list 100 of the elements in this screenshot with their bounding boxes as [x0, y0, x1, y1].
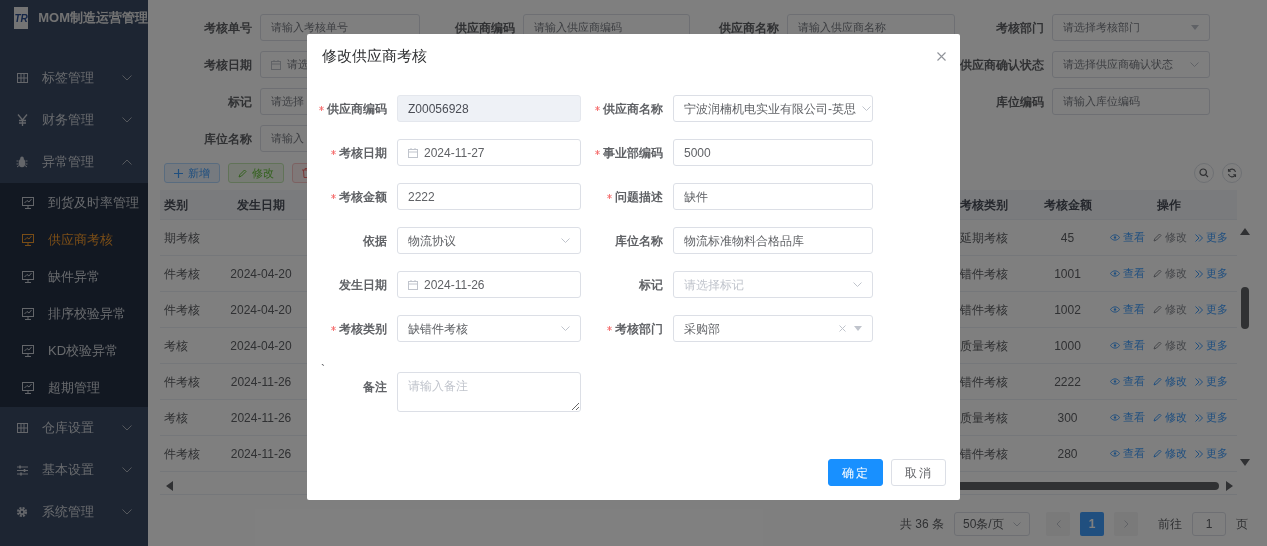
field-label: 发生日期 [339, 276, 387, 294]
column-header: 考核金额 [1042, 196, 1093, 214]
scroll-down-icon[interactable] [1239, 459, 1250, 466]
submenu-item[interactable]: KD校验异常 [0, 332, 148, 369]
calendar-icon [271, 59, 281, 70]
select-field[interactable]: 缺错件考核 [397, 315, 581, 342]
view-link[interactable]: 查看 [1109, 337, 1145, 354]
pencil-icon [1152, 233, 1162, 242]
submenu-item[interactable]: 超期管理 [0, 369, 148, 406]
yen-icon [16, 114, 28, 126]
field-label: 问题描述 [615, 188, 663, 206]
field-label: 标记 [227, 93, 253, 111]
pencil-icon [238, 168, 247, 178]
page-input[interactable]: 1 [1192, 512, 1226, 536]
table-cell-text: 1000 [1053, 337, 1082, 355]
field-label: 依据 [363, 232, 387, 250]
view-link[interactable]: 查看 [1109, 265, 1145, 282]
table-cell-text: 错件考核 [960, 373, 1009, 391]
eye-icon [1109, 378, 1120, 385]
monitor-icon [22, 344, 34, 357]
view-link[interactable]: 查看 [1109, 373, 1145, 390]
table-cell-text: 件考核 [163, 301, 201, 319]
field-label: 备注 [362, 379, 388, 396]
more-link[interactable]: 更多 [1194, 229, 1228, 246]
table-cell-text: 错件考核 [960, 301, 1009, 319]
double-chevron-icon [1194, 413, 1203, 422]
select-field[interactable]: 宁波润楠机电实业有限公司-英思 [673, 95, 873, 122]
input-field[interactable]: 缺件 [673, 183, 873, 210]
submenu-item[interactable]: 到货及时率管理 [0, 184, 148, 221]
menu-item[interactable]: 基本设置 [0, 449, 148, 491]
scroll-left-icon[interactable] [166, 481, 174, 491]
edit-link[interactable]: 修改 [1152, 445, 1187, 462]
input-field[interactable]: 物流标准物料合格品库 [673, 227, 873, 254]
monitor-icon [22, 307, 34, 320]
select-field[interactable]: 请选择考核部门 [1052, 14, 1210, 41]
double-chevron-icon [1194, 377, 1203, 386]
menu-item[interactable]: 标签管理 [0, 57, 148, 99]
chevron-icon [862, 106, 871, 111]
edit-button[interactable]: 修改 [228, 163, 284, 183]
select-field[interactable]: 请选择标记 [673, 271, 873, 298]
gear-icon [16, 506, 28, 518]
submenu-item[interactable]: 排序校验异常 [0, 295, 148, 332]
page-unit-label: 页 [1236, 516, 1248, 533]
monitor-icon [22, 270, 34, 283]
clear-icon[interactable] [839, 325, 846, 332]
submenu-item[interactable]: 供应商考核 [0, 221, 148, 258]
more-link[interactable]: 更多 [1194, 265, 1228, 282]
logo: TR [14, 7, 29, 29]
menu-item[interactable]: 仓库设置 [0, 407, 148, 449]
view-link[interactable]: 查看 [1109, 301, 1145, 318]
app-title: MOM制造运营管理 [38, 9, 148, 28]
close-icon[interactable] [937, 52, 946, 61]
table-cell-text: 2024-04-20 [229, 301, 293, 319]
edit-link[interactable]: 修改 [1152, 409, 1187, 426]
menu-item[interactable]: 财务管理 [0, 99, 148, 141]
double-chevron-icon [1194, 233, 1203, 242]
date-picker[interactable]: 2024-11-26 [397, 271, 581, 298]
refresh-icon [1227, 168, 1237, 178]
page-size-select[interactable]: 50条/页 [954, 512, 1030, 536]
table-cell-text: 件考核 [163, 265, 201, 283]
view-link[interactable]: 查看 [1109, 445, 1145, 462]
more-link[interactable]: 更多 [1194, 301, 1228, 318]
table-cell-text: 错件考核 [960, 265, 1009, 283]
more-link[interactable]: 更多 [1194, 445, 1228, 462]
scroll-right-icon[interactable] [1225, 481, 1233, 491]
view-link[interactable]: 查看 [1109, 229, 1145, 246]
caret-icon [1191, 25, 1199, 30]
more-link[interactable]: 更多 [1194, 337, 1228, 354]
more-link[interactable]: 更多 [1194, 373, 1228, 390]
submenu-item[interactable]: 缺件异常 [0, 258, 148, 295]
add-button[interactable]: 新增 [164, 163, 220, 183]
vertical-scrollbar-thumb[interactable] [1240, 287, 1249, 329]
menu-item[interactable]: 系统管理 [0, 491, 148, 533]
page-button[interactable]: 1 [1080, 512, 1104, 536]
chevron-icon [122, 159, 132, 165]
input-field[interactable]: 5000 [673, 139, 873, 166]
pencil-icon [1152, 413, 1162, 422]
monitor-icon [22, 233, 34, 246]
field-label: 考核金额 [339, 188, 387, 206]
table-cell-text: 300 [1056, 409, 1079, 427]
select-field[interactable]: 物流协议 [397, 227, 581, 254]
menu-item[interactable]: 异常管理 [0, 141, 148, 183]
remark-textarea[interactable]: 请输入备注 [397, 372, 581, 412]
cancel-button[interactable]: 取消 [891, 459, 946, 486]
field-label: 供应商编码 [327, 100, 387, 118]
date-picker[interactable]: 2024-11-27 [397, 139, 581, 166]
select-field[interactable]: 请选择供应商确认状态 [1052, 51, 1210, 78]
view-link[interactable]: 查看 [1109, 409, 1145, 426]
field-label: 考核单号 [203, 19, 253, 37]
field-label: 考核类别 [339, 320, 387, 338]
horizontal-scrollbar-thumb[interactable] [957, 482, 1219, 490]
scroll-up-icon[interactable] [1239, 228, 1250, 235]
chevron-icon [1190, 62, 1199, 67]
goto-label: 前往 [1158, 516, 1182, 533]
input-field[interactable]: 2222 [397, 183, 581, 210]
edit-link[interactable]: 修改 [1152, 373, 1187, 390]
chevron-icon [853, 282, 862, 287]
more-link[interactable]: 更多 [1194, 409, 1228, 426]
confirm-button[interactable]: 确定 [828, 459, 883, 486]
select-field[interactable]: 采购部 [673, 315, 873, 342]
